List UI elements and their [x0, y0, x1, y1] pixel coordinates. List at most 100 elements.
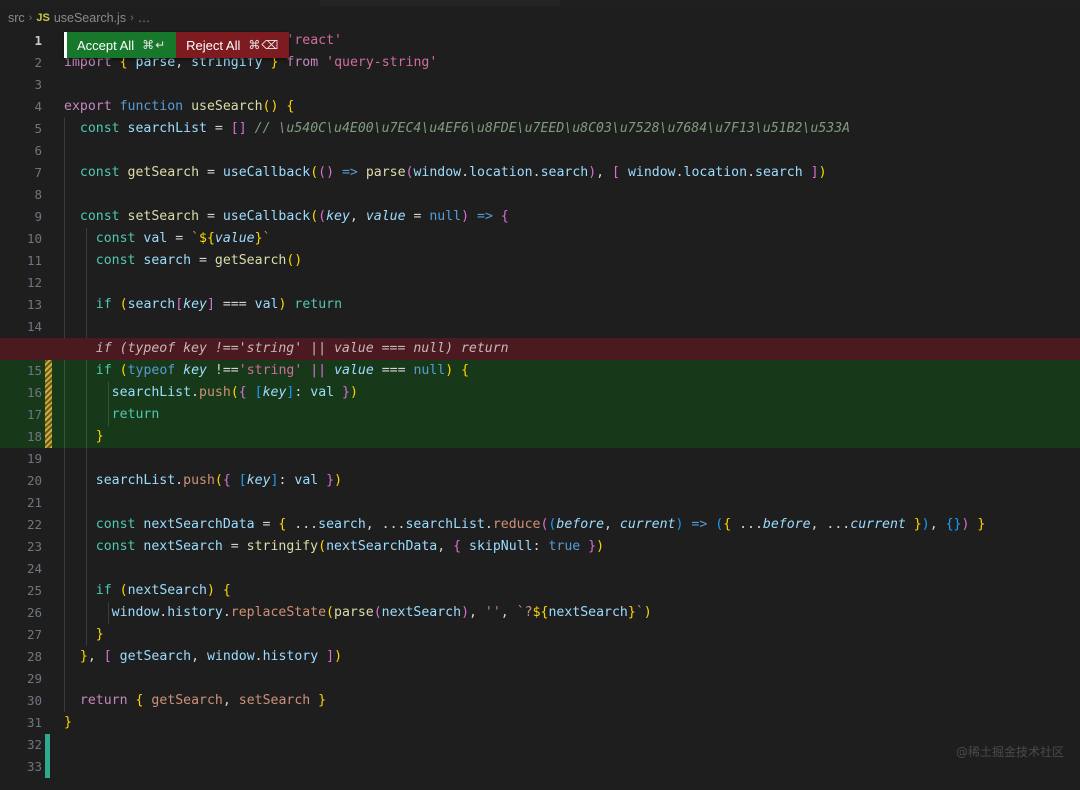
code-line[interactable]: 6 — [0, 140, 1080, 162]
line-number: 33 — [26, 759, 42, 774]
diff-removed-line[interactable]: if (typeof key !=='string' || value === … — [0, 338, 1080, 360]
diff-added-line[interactable]: 17 return — [0, 404, 1080, 426]
line-number: 29 — [26, 671, 42, 686]
indent-guide — [64, 668, 65, 690]
reject-all-shortcut: ⌘⌫ — [248, 38, 280, 52]
code-line[interactable]: 24 — [0, 558, 1080, 580]
breadcrumb-separator-2-icon: › — [130, 12, 134, 24]
line-content: const getSearch = useCallback(() => pars… — [79, 165, 827, 180]
line-number: 28 — [26, 649, 42, 664]
line-number: 18 — [26, 429, 42, 444]
line-number: 24 — [26, 561, 42, 576]
line-content: if (typeof key !=='string' || value === … — [95, 363, 470, 378]
breadcrumb[interactable]: src › JS useSearch.js › … — [0, 6, 1080, 30]
code-line[interactable]: 28 }, [ getSearch, window.history ]) — [0, 646, 1080, 668]
indent-guide — [64, 316, 65, 338]
code-line[interactable]: 30 return { getSearch, setSearch } — [0, 690, 1080, 712]
code-editor[interactable]: 1 import { useCallback } from 'react' 2 … — [0, 30, 1080, 790]
code-line[interactable]: 4 export function useSearch() { — [0, 96, 1080, 118]
accept-all-label: Accept All — [77, 37, 135, 53]
line-content: const val = `${value}` — [95, 231, 271, 246]
gutter-changed-marker — [45, 426, 52, 448]
code-line[interactable]: 25 if (nextSearch) { — [0, 580, 1080, 602]
line-number: 11 — [26, 253, 42, 268]
line-number: 17 — [26, 407, 42, 422]
diff-action-bar[interactable]: Accept All ⌘↵ Reject All ⌘⌫ — [64, 32, 290, 58]
line-number: 19 — [26, 451, 42, 466]
gutter-changed-marker — [45, 404, 52, 426]
code-line[interactable]: 13 if (search[key] === val) return — [0, 294, 1080, 316]
accept-all-shortcut: ⌘↵ — [142, 38, 167, 52]
line-content: window.history.replaceState(parse(nextSe… — [111, 605, 652, 620]
line-number: 25 — [26, 583, 42, 598]
line-number: 5 — [34, 121, 42, 136]
line-content: return — [111, 407, 160, 422]
code-line[interactable]: 9 const setSearch = useCallback((key, va… — [0, 206, 1080, 228]
line-number: 2 — [34, 55, 42, 70]
line-number: 4 — [34, 99, 42, 114]
breadcrumb-file[interactable]: useSearch.js — [54, 11, 126, 25]
code-line[interactable]: 32 — [0, 734, 1080, 756]
reject-all-button[interactable]: Reject All ⌘⌫ — [176, 32, 290, 58]
code-line[interactable]: 26 window.history.replaceState(parse(nex… — [0, 602, 1080, 624]
line-number: 13 — [26, 297, 42, 312]
code-line[interactable]: 10 const val = `${value}` — [0, 228, 1080, 250]
accept-all-button[interactable]: Accept All ⌘↵ — [67, 32, 177, 58]
line-content: }, [ getSearch, window.history ]) — [79, 649, 343, 664]
code-line[interactable]: 11 const search = getSearch() — [0, 250, 1080, 272]
code-line[interactable]: 29 — [0, 668, 1080, 690]
indent-guide — [86, 558, 87, 580]
indent-guide — [64, 492, 65, 514]
code-line[interactable]: 3 — [0, 74, 1080, 96]
diff-added-line[interactable]: 18 } — [0, 426, 1080, 448]
code-line[interactable]: 5 const searchList = [] // \u540C\u4E00\… — [0, 118, 1080, 140]
line-content: if (nextSearch) { — [95, 583, 231, 598]
code-line[interactable]: 12 — [0, 272, 1080, 294]
diff-added-line[interactable]: 15 if (typeof key !=='string' || value =… — [0, 360, 1080, 382]
gutter-added-marker — [45, 756, 50, 778]
line-number: 30 — [26, 693, 42, 708]
breadcrumb-overflow[interactable]: … — [138, 11, 152, 25]
code-line[interactable]: 20 searchList.push({ [key]: val }) — [0, 470, 1080, 492]
line-number: 21 — [26, 495, 42, 510]
indent-guide — [64, 558, 65, 580]
indent-guide — [64, 184, 65, 206]
line-number: 14 — [26, 319, 42, 334]
breadcrumb-separator-icon: › — [28, 12, 33, 24]
reject-all-label: Reject All — [186, 37, 241, 53]
line-number: 23 — [26, 539, 42, 554]
code-line[interactable]: 22 const nextSearchData = { ...search, .… — [0, 514, 1080, 536]
indent-guide — [64, 448, 65, 470]
code-line[interactable]: 14 — [0, 316, 1080, 338]
code-line[interactable]: 21 — [0, 492, 1080, 514]
line-content: } — [95, 429, 104, 444]
line-content: const setSearch = useCallback((key, valu… — [79, 209, 509, 224]
code-line[interactable]: 33 — [0, 756, 1080, 778]
line-number — [0, 338, 42, 360]
code-line[interactable]: 27 } — [0, 624, 1080, 646]
watermark: @稀土掘金技术社区 — [955, 745, 1064, 759]
line-number: 26 — [26, 605, 42, 620]
code-line[interactable]: 31 } — [0, 712, 1080, 734]
gutter-added-marker — [45, 734, 50, 756]
line-content: searchList.push({ [key]: val }) — [111, 385, 358, 400]
line-number: 12 — [26, 275, 42, 290]
indent-guide — [64, 140, 65, 162]
breadcrumb-folder[interactable]: src — [8, 11, 25, 25]
gutter-changed-marker — [45, 360, 52, 382]
indent-guide — [86, 316, 87, 338]
code-line[interactable]: 8 — [0, 184, 1080, 206]
indent-guide — [86, 272, 87, 294]
code-line[interactable]: 23 const nextSearch = stringify(nextSear… — [0, 536, 1080, 558]
line-number: 22 — [26, 517, 42, 532]
diff-added-line[interactable]: 16 searchList.push({ [key]: val }) — [0, 382, 1080, 404]
line-number: 9 — [34, 209, 42, 224]
line-number: 7 — [34, 165, 42, 180]
code-line[interactable]: 19 — [0, 448, 1080, 470]
line-number: 27 — [26, 627, 42, 642]
code-line[interactable]: 7 const getSearch = useCallback(() => pa… — [0, 162, 1080, 184]
line-number: 6 — [34, 143, 42, 158]
line-number: 31 — [26, 715, 42, 730]
line-number: 15 — [26, 363, 42, 378]
indent-guide — [64, 272, 65, 294]
